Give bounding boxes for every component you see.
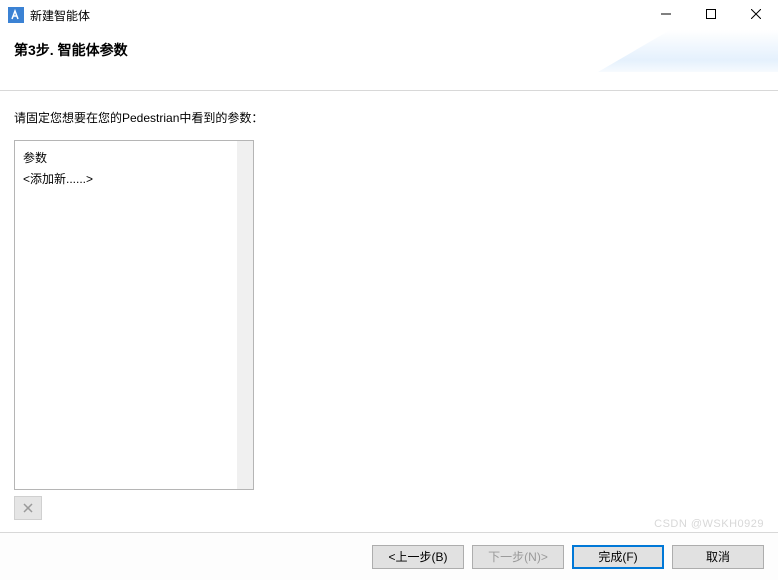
cancel-button[interactable]: 取消 <box>672 545 764 569</box>
next-button: 下一步(N)> <box>472 545 564 569</box>
titlebar: 新建智能体 <box>0 0 778 30</box>
banner-decoration <box>598 30 778 90</box>
app-icon <box>8 7 24 23</box>
instruction-text: 请固定您想要在您的Pedestrian中看到的参数： <box>14 109 764 126</box>
scrollbar[interactable] <box>237 141 253 489</box>
watermark: CSDN @WSKH0929 <box>654 518 764 530</box>
wizard-footer: <上一步(B) 下一步(N)> 完成(F) 取消 <box>0 532 778 580</box>
wizard-content: 请固定您想要在您的Pedestrian中看到的参数： 参数 <添加新......… <box>0 91 778 530</box>
window-controls <box>643 0 778 30</box>
window-title: 新建智能体 <box>30 7 90 24</box>
close-button[interactable] <box>733 0 778 28</box>
parameter-listbox[interactable]: 参数 <添加新......> <box>14 140 254 490</box>
minimize-button[interactable] <box>643 0 688 28</box>
finish-button[interactable]: 完成(F) <box>572 545 664 569</box>
delete-button[interactable] <box>14 496 42 520</box>
add-new-parameter[interactable]: <添加新......> <box>23 168 245 189</box>
parameter-header: 参数 <box>23 147 245 168</box>
wizard-banner: 第3步. 智能体参数 <box>0 30 778 90</box>
back-button[interactable]: <上一步(B) <box>372 545 464 569</box>
maximize-button[interactable] <box>688 0 733 28</box>
